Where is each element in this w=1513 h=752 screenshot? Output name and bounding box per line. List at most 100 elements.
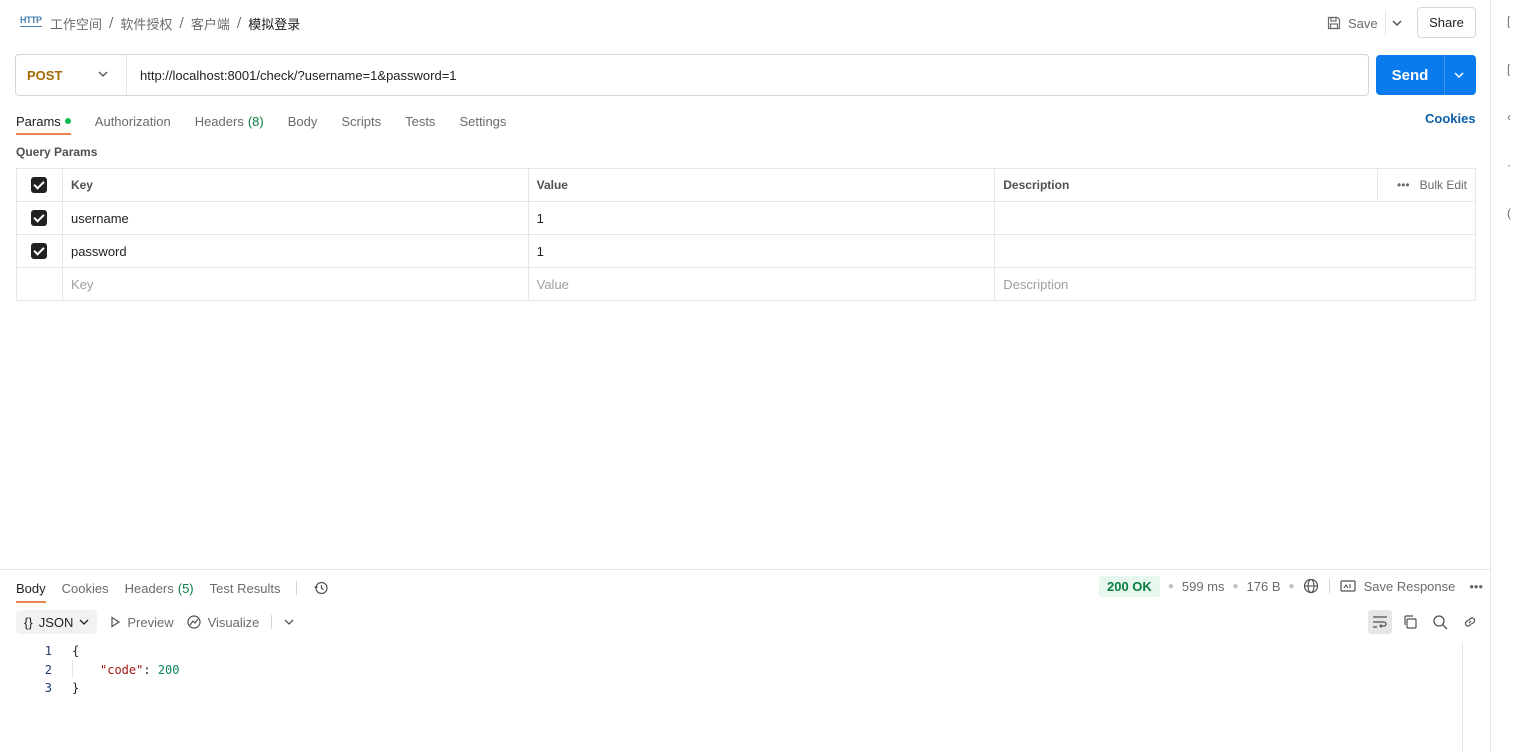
- response-tools: [1368, 610, 1482, 634]
- status-divider: [1328, 579, 1330, 593]
- response-status-row: 200 OK ● 599 ms ● 176 B ● Save Response …: [1099, 575, 1483, 597]
- send-label: Send: [1391, 66, 1429, 84]
- breadcrumb-collection[interactable]: 软件授权: [120, 14, 172, 33]
- response-tabs: Body Cookies Headers (5) Test Results: [16, 575, 329, 603]
- response-tab-headers-label: Headers: [124, 580, 174, 596]
- code-line: 3}: [30, 679, 180, 698]
- chevron-down-icon: [98, 71, 108, 77]
- code-line: 2 "code": 200: [30, 661, 180, 680]
- search-button[interactable]: [1428, 610, 1452, 634]
- response-tab-cookies[interactable]: Cookies: [62, 577, 109, 599]
- row-checkbox-cell: [16, 201, 63, 235]
- response-tab-headers[interactable]: Headers (5): [125, 577, 194, 599]
- breadcrumb: 工作空间 / 软件授权 / 客户端 / 模拟登录: [50, 14, 300, 33]
- param-value[interactable]: 1: [527, 201, 996, 235]
- breadcrumb-separator: /: [236, 16, 242, 31]
- response-divider[interactable]: [0, 569, 1490, 570]
- send-options-chevron-down-icon[interactable]: [1452, 68, 1466, 82]
- save-response-icon: [1339, 580, 1356, 592]
- tab-scripts[interactable]: Scripts: [341, 108, 381, 134]
- new-value-input[interactable]: Value: [527, 267, 996, 301]
- link-button[interactable]: [1458, 610, 1482, 634]
- copy-button[interactable]: [1398, 610, 1422, 634]
- breadcrumb-separator: /: [109, 16, 114, 31]
- description-column-header: Description: [994, 168, 1378, 202]
- top-bar: HTTP 工作空间 / 软件授权 / 客户端 / 模拟登录 Save Share: [0, 0, 1490, 46]
- preview-label: Preview: [127, 614, 174, 630]
- response-more-icon[interactable]: •••: [1469, 579, 1483, 594]
- cookies-link[interactable]: Cookies: [1425, 111, 1476, 126]
- new-description-input[interactable]: Description: [994, 267, 1476, 301]
- method-select[interactable]: POST: [16, 55, 127, 95]
- response-tab-body[interactable]: Body: [16, 577, 46, 603]
- separator-dot: ●: [1288, 580, 1295, 592]
- breadcrumb-folder[interactable]: 客户端: [191, 14, 230, 33]
- url-bar: POST: [15, 54, 1369, 96]
- response-headers-count: (5): [177, 580, 194, 596]
- send-split-divider: [1444, 55, 1445, 95]
- globe-icon[interactable]: [1303, 578, 1319, 594]
- save-button[interactable]: Save: [1326, 12, 1378, 34]
- tabs-divider: [296, 581, 298, 595]
- share-button[interactable]: Share: [1417, 7, 1476, 38]
- tab-params-label: Params: [16, 113, 61, 129]
- save-options-chevron-down-icon[interactable]: [1390, 14, 1404, 32]
- row-checkbox-cell: [16, 234, 63, 268]
- response-size[interactable]: 176 B: [1247, 579, 1281, 594]
- history-icon[interactable]: [313, 580, 329, 596]
- response-toolbar: {} JSON Preview Visualize: [16, 610, 294, 634]
- query-params-table: Key Value Description ••• Bulk Edit user…: [16, 168, 1476, 301]
- select-all-checkbox[interactable]: [31, 177, 48, 193]
- status-badge[interactable]: 200 OK: [1099, 575, 1160, 597]
- right-sidebar: [ [ ‹ · (: [1490, 0, 1513, 752]
- tab-tests[interactable]: Tests: [405, 108, 435, 134]
- param-description[interactable]: [994, 201, 1476, 235]
- key-column-header: Key: [61, 168, 529, 202]
- format-select[interactable]: {} JSON: [16, 610, 98, 634]
- param-description[interactable]: [994, 234, 1476, 268]
- param-key[interactable]: password: [61, 234, 529, 268]
- tab-settings[interactable]: Settings: [459, 108, 506, 134]
- chevron-down-icon: [79, 619, 89, 625]
- bulk-edit-cell: ••• Bulk Edit: [1377, 168, 1476, 202]
- tab-headers[interactable]: Headers (8): [195, 108, 264, 134]
- response-body-code[interactable]: 1{ 2 "code": 200 3}: [30, 642, 180, 698]
- value-column-header: Value: [527, 168, 996, 202]
- response-time[interactable]: 599 ms: [1182, 579, 1225, 594]
- info-icon[interactable]: ·: [1507, 158, 1511, 172]
- table-row: password 1: [16, 234, 1476, 268]
- row-checkbox[interactable]: [31, 210, 48, 227]
- code-icon[interactable]: ‹: [1507, 110, 1511, 124]
- param-value[interactable]: 1: [527, 234, 996, 268]
- bulk-edit-link[interactable]: Bulk Edit: [1420, 178, 1467, 192]
- visualize-icon: [187, 615, 201, 629]
- method-label: POST: [27, 67, 63, 83]
- editor-scrollbar-track[interactable]: [1462, 642, 1463, 752]
- save-label: Save: [1348, 15, 1378, 31]
- url-input[interactable]: [128, 55, 1368, 95]
- response-tab-test-results[interactable]: Test Results: [210, 577, 281, 599]
- breadcrumb-workspace[interactable]: 工作空间: [50, 14, 102, 33]
- comments-icon[interactable]: [: [1507, 62, 1510, 76]
- new-key-input[interactable]: Key: [61, 267, 529, 301]
- save-icon: [1327, 16, 1341, 30]
- tab-body[interactable]: Body: [288, 108, 318, 134]
- docs-icon[interactable]: [: [1507, 14, 1510, 28]
- send-button[interactable]: Send: [1376, 55, 1476, 95]
- preview-button[interactable]: Preview: [109, 610, 174, 634]
- request-name[interactable]: 模拟登录: [248, 14, 300, 33]
- param-key[interactable]: username: [61, 201, 529, 235]
- json-colon: :: [143, 662, 158, 677]
- wrap-lines-button[interactable]: [1368, 610, 1392, 634]
- toolbar-divider: [271, 615, 273, 629]
- row-checkbox[interactable]: [31, 243, 48, 260]
- save-response-button[interactable]: Save Response: [1364, 579, 1456, 594]
- history-icon[interactable]: (: [1507, 206, 1511, 220]
- more-options-icon[interactable]: •••: [1397, 178, 1410, 192]
- code-text: {: [72, 644, 80, 658]
- visualize-button[interactable]: Visualize: [186, 610, 259, 634]
- tab-authorization[interactable]: Authorization: [95, 108, 171, 134]
- visualize-chevron-down-icon[interactable]: [284, 617, 294, 627]
- tab-params[interactable]: Params: [16, 108, 71, 135]
- separator-dot: ●: [1167, 580, 1174, 592]
